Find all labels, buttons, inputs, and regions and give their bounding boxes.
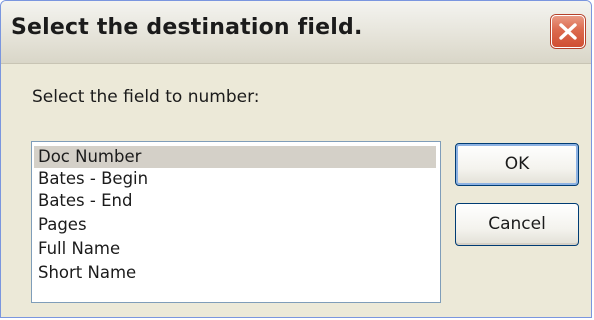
list-item-full-name[interactable]: Full Name xyxy=(34,238,436,260)
list-item-doc-number[interactable]: Doc Number xyxy=(34,146,436,168)
close-button[interactable] xyxy=(551,15,585,48)
list-item-pages[interactable]: Pages xyxy=(34,214,436,236)
dialog-window: Select the destination field. Select the… xyxy=(0,0,592,318)
field-prompt-label: Select the field to number: xyxy=(32,87,260,107)
cancel-button[interactable]: Cancel xyxy=(455,203,579,246)
list-item-bates-begin[interactable]: Bates - Begin xyxy=(34,168,436,190)
ok-button[interactable]: OK xyxy=(455,143,579,186)
close-icon xyxy=(559,23,577,40)
field-listbox[interactable]: Doc Number Bates - Begin Bates - End Pag… xyxy=(31,141,441,303)
title-bar[interactable]: Select the destination field. xyxy=(1,1,591,64)
list-item-bates-end[interactable]: Bates - End xyxy=(34,190,436,212)
list-item-short-name[interactable]: Short Name xyxy=(34,262,436,284)
dialog-title: Select the destination field. xyxy=(11,15,363,40)
